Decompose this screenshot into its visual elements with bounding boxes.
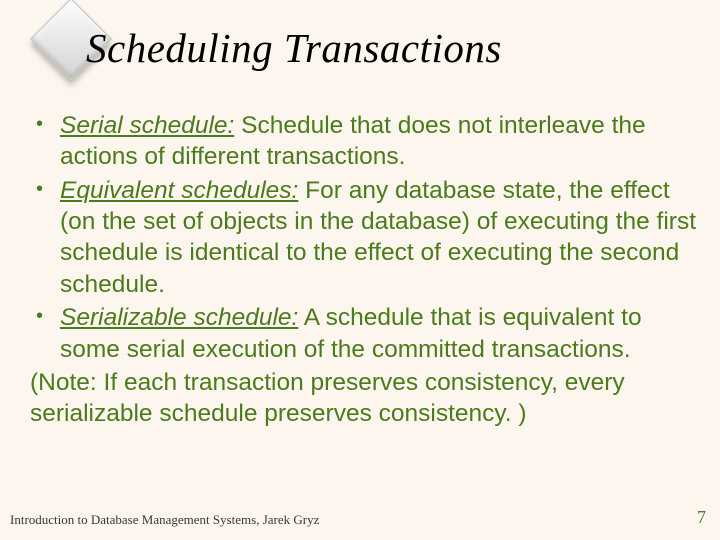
- page-number: 7: [697, 507, 706, 528]
- footer-text: Introduction to Database Management Syst…: [10, 512, 319, 528]
- list-item: Serializable schedule: A schedule that i…: [30, 302, 698, 365]
- note-text: (Note: If each transaction preserves con…: [30, 367, 698, 430]
- term: Serial schedule:: [60, 112, 234, 139]
- term: Equivalent schedules:: [60, 177, 298, 204]
- list-item: Equivalent schedules: For any database s…: [30, 175, 698, 300]
- slide-title: Scheduling Transactions: [86, 24, 502, 72]
- bullet-list: Serial schedule: Schedule that does not …: [30, 110, 698, 365]
- term: Serializable schedule:: [60, 304, 298, 331]
- slide: Scheduling Transactions Serial schedule:…: [0, 0, 720, 540]
- slide-body: Serial schedule: Schedule that does not …: [30, 110, 698, 430]
- list-item: Serial schedule: Schedule that does not …: [30, 110, 698, 173]
